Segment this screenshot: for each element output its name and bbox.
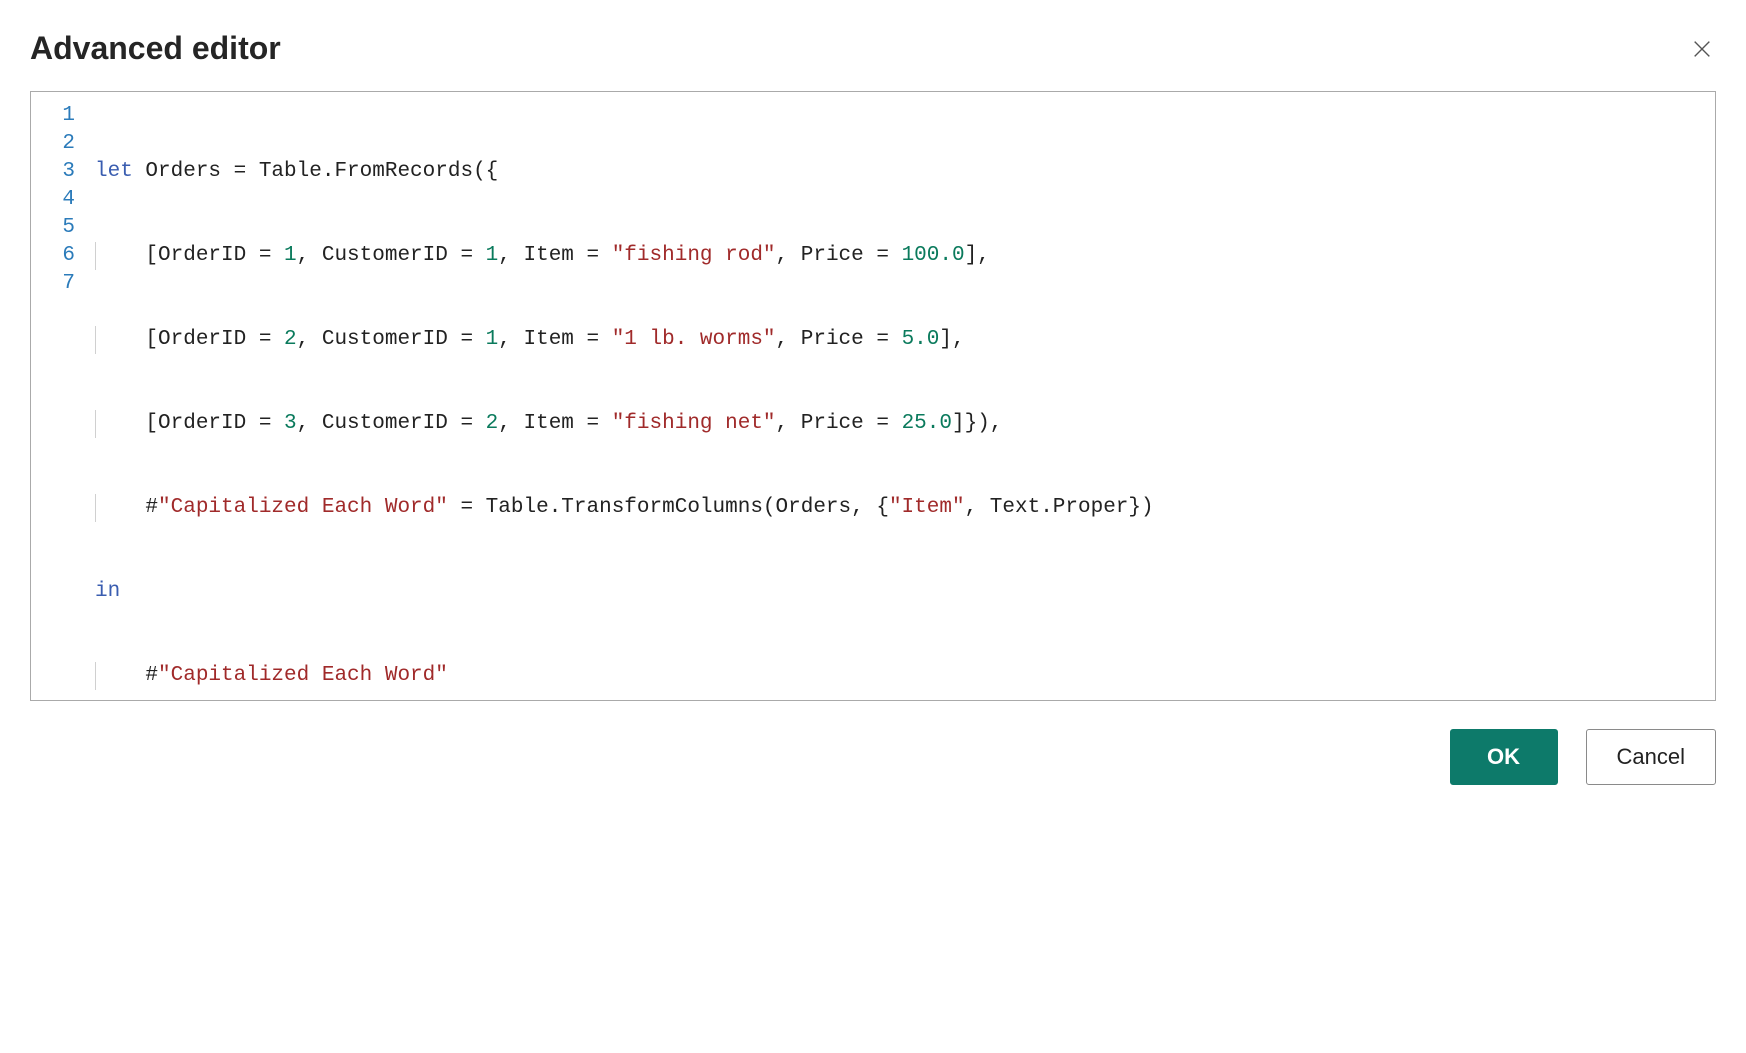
close-icon <box>1691 38 1713 60</box>
line-number: 6 <box>31 242 75 270</box>
indent-guide-icon <box>95 326 96 354</box>
indent-guide-icon <box>95 242 96 270</box>
line-number: 2 <box>31 130 75 158</box>
code-content[interactable]: let Orders = Table.FromRecords({ [OrderI… <box>91 92 1715 700</box>
ok-button[interactable]: OK <box>1450 729 1558 785</box>
code-line: in <box>95 578 1715 606</box>
line-number-gutter: 1 2 3 4 5 6 7 <box>31 92 91 700</box>
code-editor[interactable]: 1 2 3 4 5 6 7 let Orders = Table.FromRec… <box>30 91 1716 701</box>
line-number: 4 <box>31 186 75 214</box>
close-button[interactable] <box>1688 35 1716 63</box>
dialog-header: Advanced editor <box>30 30 1716 67</box>
code-line: #"Capitalized Each Word" <box>95 662 1715 690</box>
line-number: 7 <box>31 270 75 298</box>
code-line: [OrderID = 2, CustomerID = 1, Item = "1 … <box>95 326 1715 354</box>
line-number: 5 <box>31 214 75 242</box>
cancel-button[interactable]: Cancel <box>1586 729 1716 785</box>
line-number: 3 <box>31 158 75 186</box>
code-line: let Orders = Table.FromRecords({ <box>95 158 1715 186</box>
code-line: #"Capitalized Each Word" = Table.Transfo… <box>95 494 1715 522</box>
code-line: [OrderID = 1, CustomerID = 1, Item = "fi… <box>95 242 1715 270</box>
dialog-footer: OK Cancel <box>30 729 1716 785</box>
indent-guide-icon <box>95 662 96 690</box>
dialog-title: Advanced editor <box>30 30 281 67</box>
line-number: 1 <box>31 102 75 130</box>
indent-guide-icon <box>95 410 96 438</box>
indent-guide-icon <box>95 494 96 522</box>
code-line: [OrderID = 3, CustomerID = 2, Item = "fi… <box>95 410 1715 438</box>
advanced-editor-dialog: Advanced editor 1 2 3 4 5 6 7 let Orders… <box>30 30 1716 785</box>
